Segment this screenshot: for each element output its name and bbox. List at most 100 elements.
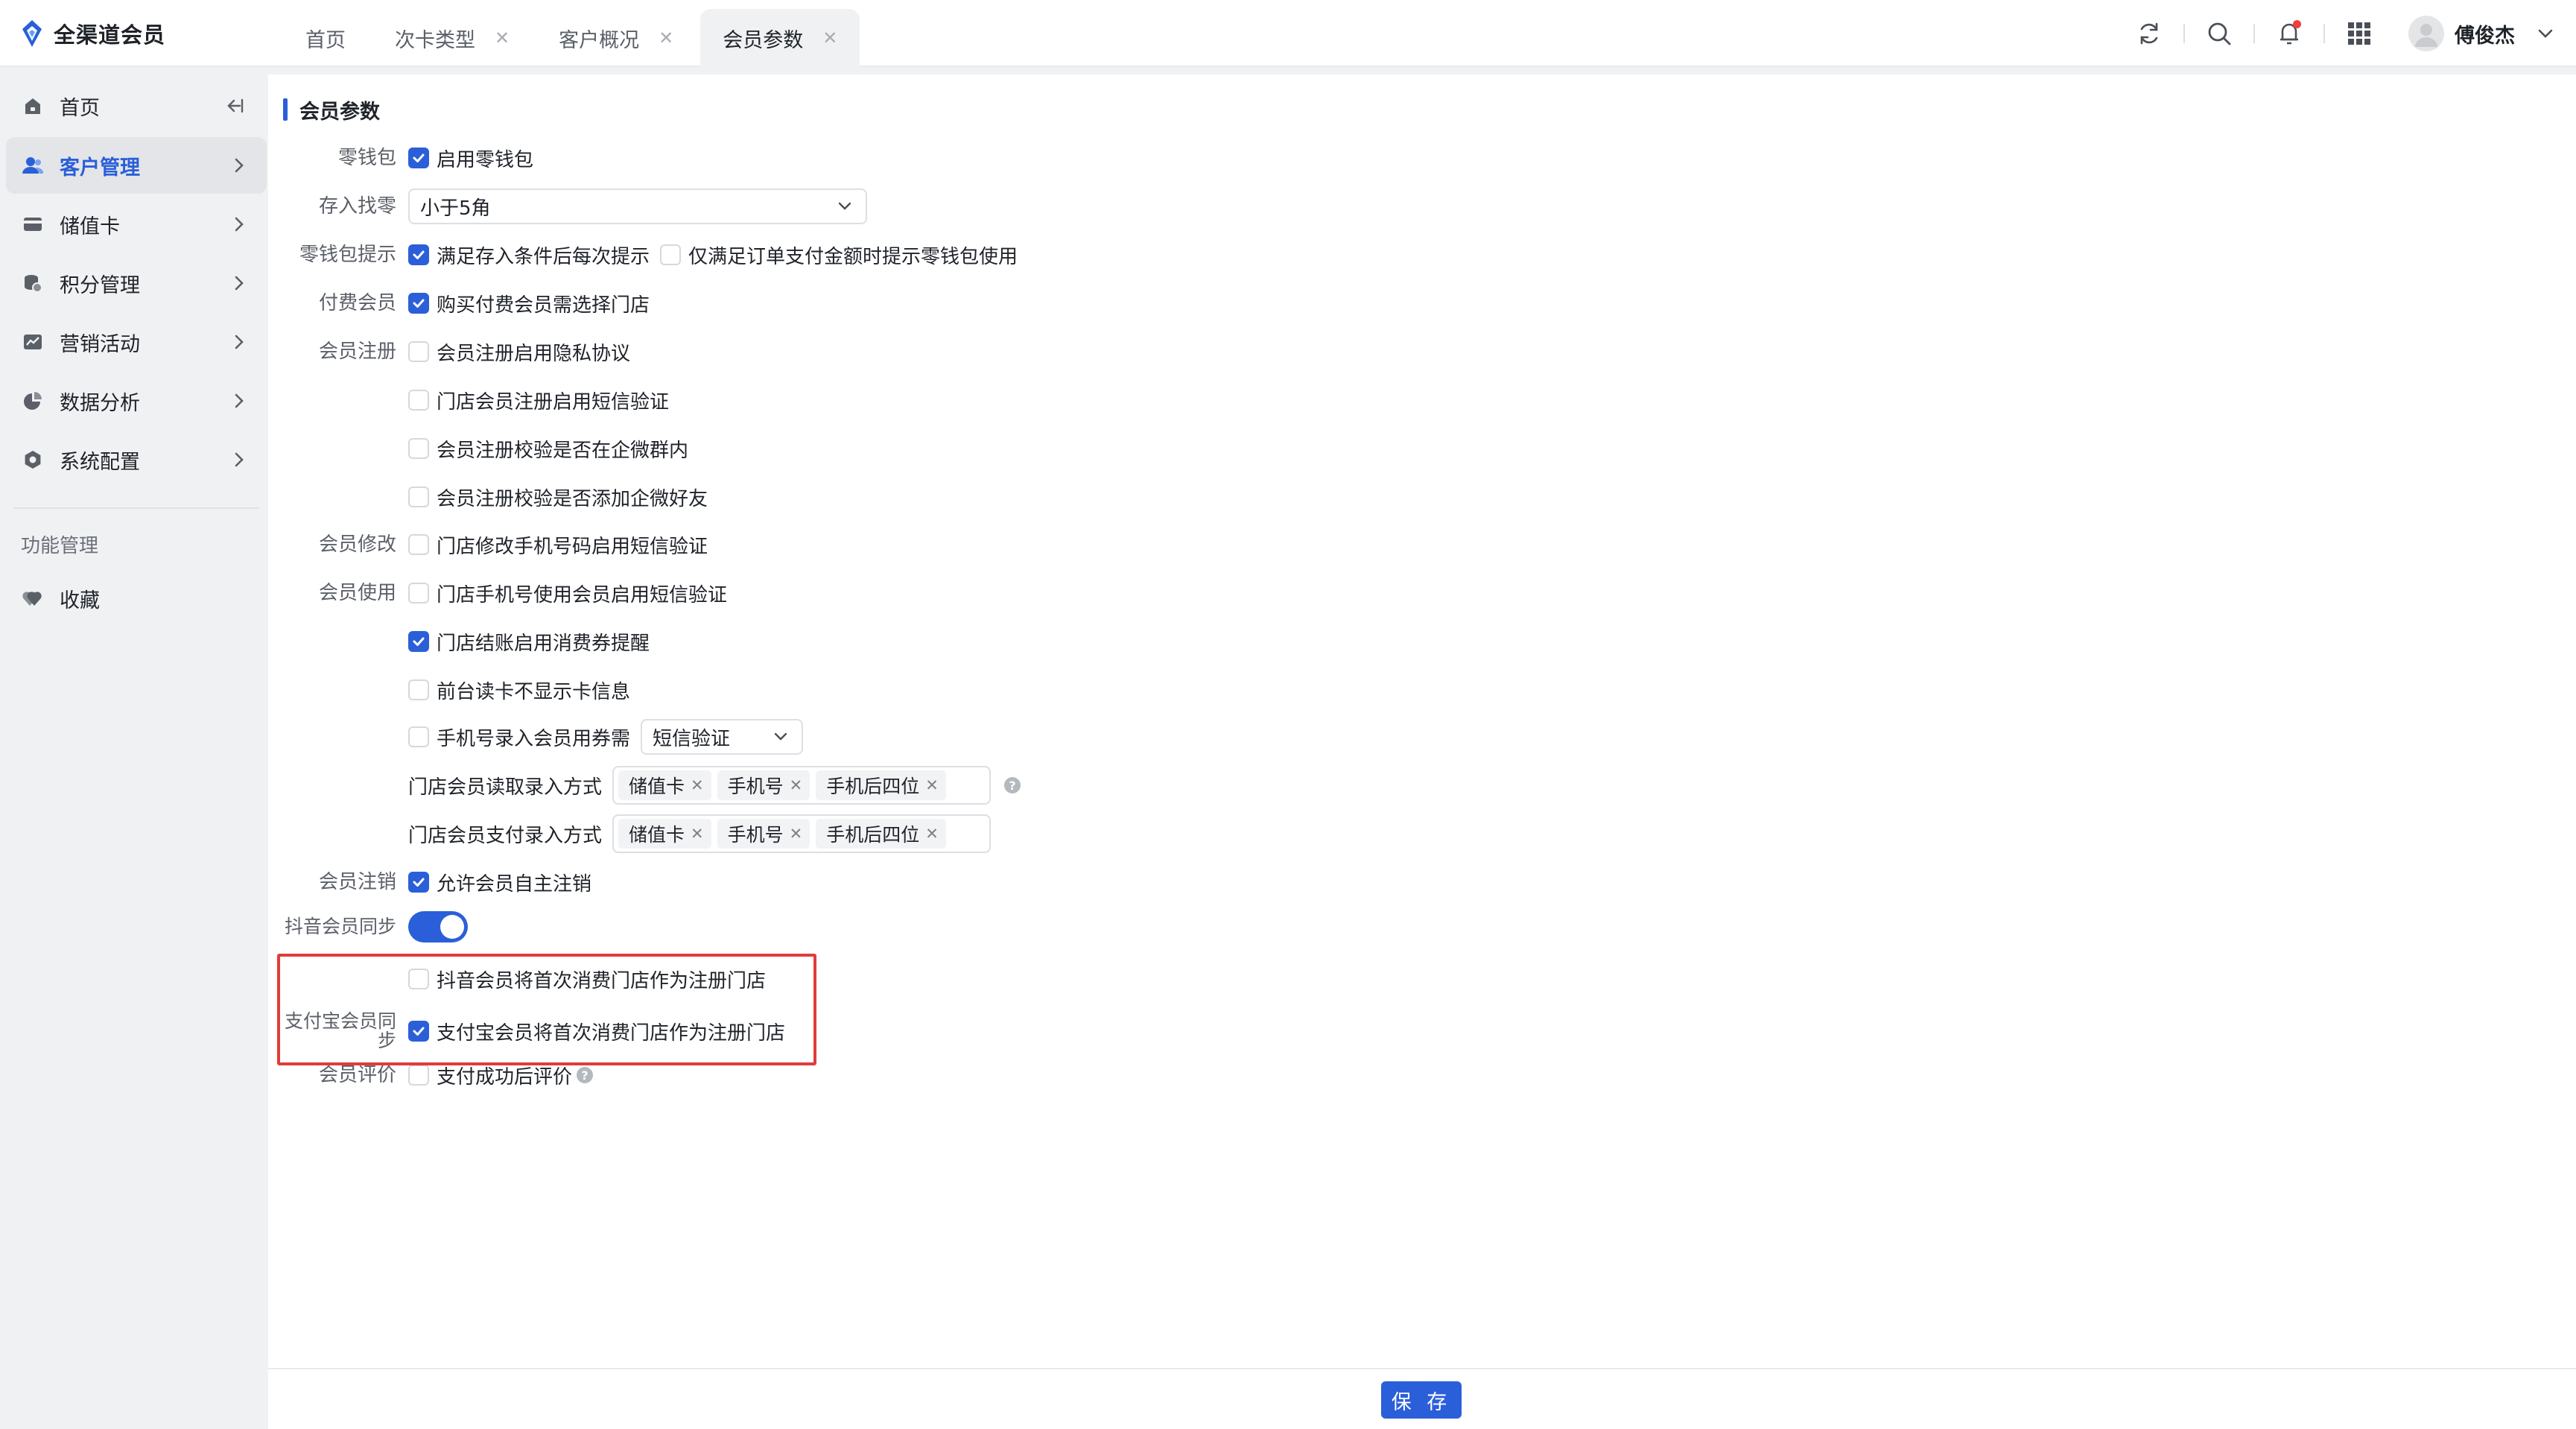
sidebar: 首页 客户管理 储值卡 积分管理 营销活动 数据分析 系统配置 功能管理 收藏 xyxy=(0,69,268,1429)
checkbox-checked-icon[interactable] xyxy=(408,148,429,168)
tab-home[interactable]: 首页 xyxy=(283,9,368,67)
wallet-checkbox[interactable]: 启用零钱包 xyxy=(408,139,544,177)
cancel-checkbox[interactable]: 允许会员自主注销 xyxy=(408,864,602,901)
field-label: 会员修改 xyxy=(318,533,396,556)
close-icon[interactable]: ✕ xyxy=(691,776,704,794)
bell-icon[interactable] xyxy=(2271,16,2307,51)
title-accent xyxy=(283,98,288,121)
close-icon[interactable]: ✕ xyxy=(790,825,803,843)
register-opt-wecom-friend[interactable]: 会员注册校验是否添加企微好友 xyxy=(408,478,718,516)
checkbox-label: 门店会员注册启用短信验证 xyxy=(437,390,670,414)
douyin-sync-toggle[interactable] xyxy=(408,911,468,942)
use-opt-coupon-reminder[interactable]: 门店结账启用消费券提醒 xyxy=(408,623,660,660)
paid-checkbox[interactable]: 购买付费会员需选择门店 xyxy=(408,285,660,322)
refresh-icon[interactable] xyxy=(2131,16,2167,51)
checkbox-icon[interactable] xyxy=(408,438,429,459)
douyin-store-checkbox[interactable]: 抖音会员将首次消费门店作为注册门店 xyxy=(408,960,776,998)
sidebar-item-system[interactable]: 系统配置 xyxy=(6,431,267,488)
use-opt-sms[interactable]: 门店手机号使用会员启用短信验证 xyxy=(408,574,737,612)
review-checkbox[interactable]: 支付成功后评价 ? xyxy=(408,1056,594,1094)
chevron-right-icon xyxy=(235,158,244,173)
checkbox-label: 会员注册校验是否添加企微好友 xyxy=(437,487,708,510)
toggle-knob xyxy=(440,915,464,939)
collapse-sidebar-icon[interactable] xyxy=(225,97,244,115)
checkbox-label: 抖音会员将首次消费门店作为注册门店 xyxy=(437,969,767,992)
tag-label: 手机后四位 xyxy=(826,824,920,846)
close-icon[interactable]: ✕ xyxy=(659,28,673,48)
tag-stored-card: 储值卡 ✕ xyxy=(618,770,711,800)
checkbox-icon[interactable] xyxy=(408,726,429,747)
brand-logo-icon xyxy=(22,20,42,47)
checkbox-icon[interactable] xyxy=(408,534,429,555)
main-content: 会员参数 零钱包 启用零钱包 存入找零 小于5角 零钱包提示 满足存入条件后每次… xyxy=(268,75,2576,1429)
brand[interactable]: 全渠道会员 xyxy=(19,16,165,51)
checkbox-icon[interactable] xyxy=(408,487,429,507)
tab-card-type[interactable]: 次卡类型 ✕ xyxy=(372,9,532,67)
user-icon xyxy=(22,155,43,176)
avatar[interactable] xyxy=(2408,16,2444,51)
field-label: 存入找零 xyxy=(318,195,396,218)
sidebar-item-label: 收藏 xyxy=(60,589,100,612)
checkbox-icon[interactable] xyxy=(408,679,429,700)
tab-member-params[interactable]: 会员参数 ✕ xyxy=(700,9,860,67)
divider xyxy=(2253,24,2255,43)
checkbox-checked-icon[interactable] xyxy=(408,244,429,265)
save-button[interactable]: 保 存 xyxy=(1381,1381,1462,1419)
search-icon[interactable] xyxy=(2201,16,2237,51)
checkbox-icon[interactable] xyxy=(408,1065,429,1086)
close-icon[interactable]: ✕ xyxy=(790,776,803,794)
help-icon[interactable]: ? xyxy=(1004,777,1021,793)
modify-checkbox[interactable]: 门店修改手机号码启用短信验证 xyxy=(408,526,718,563)
tab-customer-overview[interactable]: 客户概况 ✕ xyxy=(536,9,696,67)
sidebar-item-label: 营销活动 xyxy=(60,332,140,356)
sidebar-item-marketing[interactable]: 营销活动 xyxy=(6,314,267,370)
chevron-down-icon[interactable] xyxy=(2537,28,2554,39)
home-icon xyxy=(22,95,43,116)
sidebar-item-favorites[interactable]: 收藏 xyxy=(6,570,267,627)
register-opt-wecom-group[interactable]: 会员注册校验是否在企微群内 xyxy=(408,430,699,467)
tab-label: 首页 xyxy=(305,28,346,52)
checkbox-icon[interactable] xyxy=(408,969,429,989)
apps-grid-icon[interactable] xyxy=(2341,16,2377,51)
checkbox-checked-icon[interactable] xyxy=(408,872,429,893)
sidebar-item-home[interactable]: 首页 xyxy=(6,77,267,134)
help-icon[interactable]: ? xyxy=(577,1067,594,1083)
read-method-tag-input[interactable]: 储值卡 ✕ 手机号 ✕ 手机后四位 ✕ xyxy=(612,766,992,805)
tag-phone-last4: 手机后四位 ✕ xyxy=(816,770,946,800)
sidebar-item-analytics[interactable]: 数据分析 xyxy=(6,373,267,429)
register-opt-sms[interactable]: 门店会员注册启用短信验证 xyxy=(408,381,679,419)
heart-icon xyxy=(22,588,43,609)
field-label: 抖音会员同步 xyxy=(284,916,396,937)
tag-stored-card: 储值卡 ✕ xyxy=(618,819,711,849)
checkbox-icon[interactable] xyxy=(660,244,682,265)
checkbox-icon[interactable] xyxy=(408,390,429,411)
close-icon[interactable]: ✕ xyxy=(495,28,510,48)
pay-method-field: 门店会员支付录入方式 储值卡 ✕ 手机号 ✕ 手机后四位 ✕ xyxy=(408,814,992,853)
close-icon[interactable]: ✕ xyxy=(925,776,939,794)
sidebar-item-points[interactable]: 积分管理 xyxy=(6,255,267,311)
sidebar-item-stored-card[interactable]: 储值卡 xyxy=(6,196,267,253)
field-label: 付费会员 xyxy=(318,292,396,314)
checkbox-label: 支付宝会员将首次消费门店作为注册门店 xyxy=(437,1021,786,1045)
verify-method-select[interactable]: 短信验证 xyxy=(641,719,804,755)
checkbox-icon[interactable] xyxy=(408,583,429,603)
card-icon xyxy=(22,214,43,235)
alipay-store-checkbox[interactable]: 支付宝会员将首次消费门店作为注册门店 xyxy=(408,1009,796,1053)
field-label: 零钱包 xyxy=(337,147,396,169)
checkbox-checked-icon[interactable] xyxy=(408,293,429,314)
register-opt-privacy[interactable]: 会员注册启用隐私协议 xyxy=(408,333,641,370)
sidebar-item-customer[interactable]: 客户管理 xyxy=(6,137,267,194)
checkbox-label: 支付成功后评价 xyxy=(437,1065,573,1089)
checkbox-icon[interactable] xyxy=(408,341,429,362)
checkbox-checked-icon[interactable] xyxy=(408,631,429,652)
close-icon[interactable]: ✕ xyxy=(691,825,704,843)
close-icon[interactable]: ✕ xyxy=(822,28,837,48)
pay-method-tag-input[interactable]: 储值卡 ✕ 手机号 ✕ 手机后四位 ✕ xyxy=(612,814,992,853)
use-opt-hide-card[interactable]: 前台读卡不显示卡信息 xyxy=(408,671,641,709)
close-icon[interactable]: ✕ xyxy=(925,825,939,843)
checkbox-checked-icon[interactable] xyxy=(408,1021,429,1042)
change-select[interactable]: 小于5角 xyxy=(408,188,867,224)
user-name[interactable]: 傅俊杰 xyxy=(2455,19,2515,48)
select-value: 小于5角 xyxy=(420,197,491,220)
checkbox-label: 启用零钱包 xyxy=(437,148,534,171)
